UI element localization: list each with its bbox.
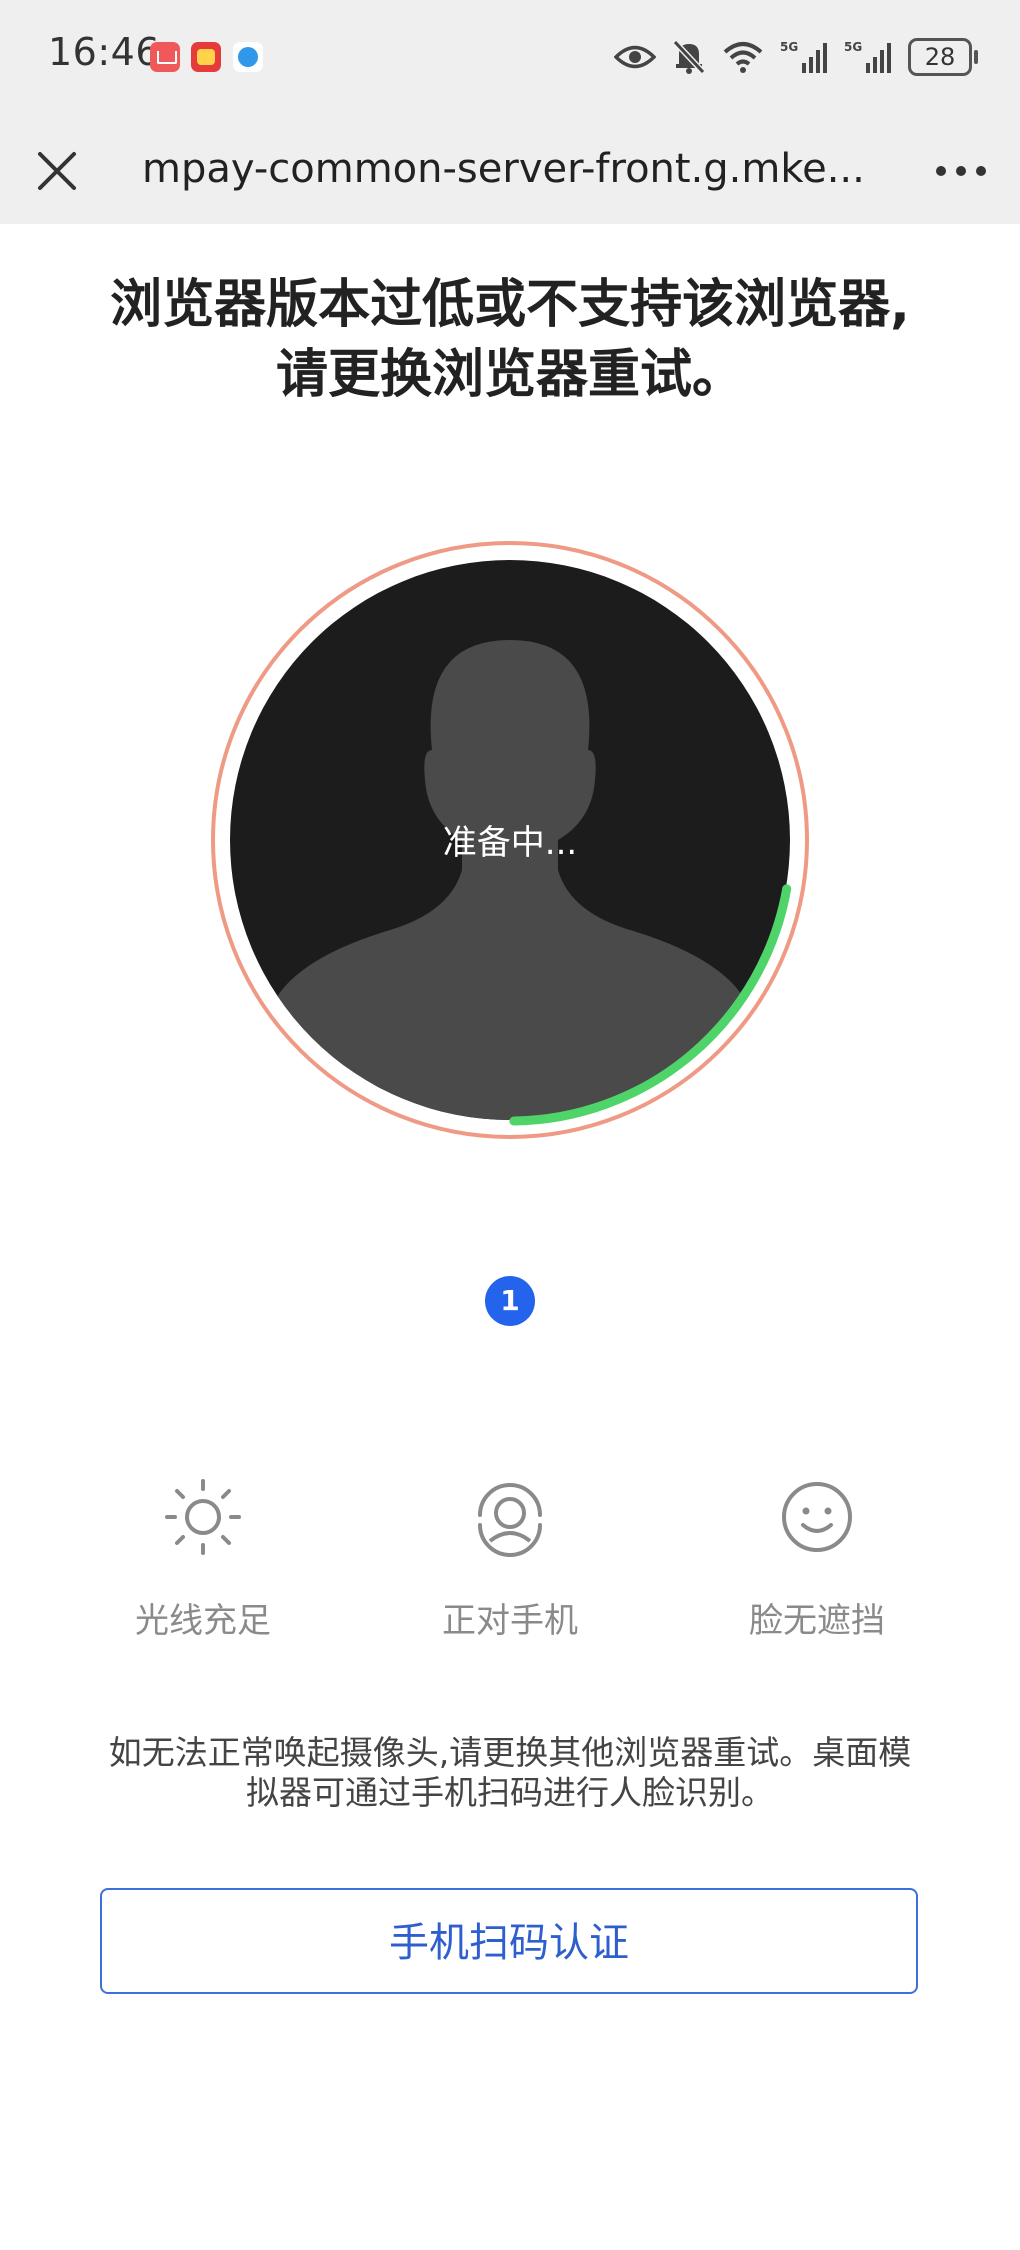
tip-light: 光线充足	[83, 1475, 323, 1642]
signal-5g-icon: 5G	[844, 40, 891, 73]
qr-scan-auth-button[interactable]: 手机扫码认证	[100, 1888, 918, 1994]
close-button[interactable]	[26, 140, 88, 202]
wifi-icon	[723, 42, 763, 73]
smile-icon	[782, 1482, 852, 1552]
browser-app-icon	[233, 42, 263, 72]
tip-label: 正对手机	[442, 1601, 578, 1641]
tip-label: 光线充足	[135, 1601, 271, 1641]
more-dots-icon	[936, 166, 986, 176]
status-time: 16:46	[48, 30, 161, 74]
close-icon	[38, 152, 76, 190]
battery-icon: 28	[908, 38, 978, 76]
game-app-icon	[191, 42, 221, 72]
page-url-title: mpay-common-server-front.g.mke...	[142, 146, 865, 192]
tip-label: 脸无遮挡	[749, 1601, 885, 1641]
heading-line-2: 请更换浏览器重试。	[275, 345, 744, 405]
error-heading: 浏览器版本过低或不支持该浏览器, 请更换浏览器重试。	[40, 270, 980, 410]
note-line-2: 拟器可通过手机扫码进行人脸识别。	[246, 1773, 774, 1812]
status-bar: 16:46 5G 5G 28	[0, 0, 1020, 118]
battery-level: 28	[924, 43, 956, 71]
more-button[interactable]	[928, 140, 994, 202]
svg-text:5G: 5G	[844, 40, 862, 54]
step-badge: 1	[485, 1276, 535, 1326]
camera-help-note: 如无法正常唤起摄像头,请更换其他浏览器重试。桌面模 拟器可通过手机扫码进行人脸识…	[60, 1733, 960, 1813]
mute-bell-icon	[672, 39, 706, 75]
face-status-text: 准备中...	[442, 823, 578, 863]
signal-5g-icon: 5G	[780, 40, 827, 73]
heading-line-1: 浏览器版本过低或不支持该浏览器,	[110, 275, 910, 335]
browser-navbar: mpay-common-server-front.g.mke...	[0, 118, 1020, 224]
eye-icon	[614, 45, 656, 69]
system-icons: 5G 5G 28	[614, 34, 978, 80]
sun-icon	[165, 1479, 241, 1555]
note-line-1: 如无法正常唤起摄像头,请更换其他浏览器重试。桌面模	[108, 1733, 912, 1772]
face-front-icon	[478, 1483, 542, 1557]
svg-text:5G: 5G	[780, 40, 798, 54]
tip-face-front: 正对手机	[390, 1475, 630, 1642]
tip-no-cover: 脸无遮挡	[697, 1475, 937, 1642]
mail-app-icon	[150, 42, 180, 72]
